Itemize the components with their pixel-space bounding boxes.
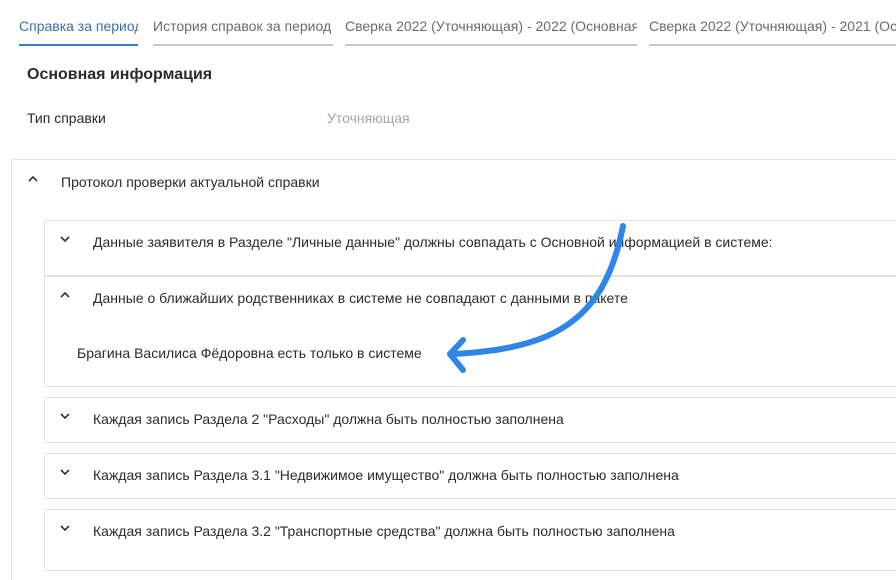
check-item-title: Данные о ближайших родственниках в систе… <box>93 290 628 306</box>
tab-reconciliation-2022-2021[interactable]: Сверка 2022 (Уточняющая) - 2021 (Основна… <box>649 12 896 46</box>
chevron-up-icon <box>59 289 71 301</box>
check-item: Каждая запись Раздела 3.1 "Недвижимое им… <box>44 453 896 499</box>
tab-bar: Справка за период История справок за пер… <box>0 0 896 50</box>
check-item-header[interactable]: Каждая запись Раздела 3.2 "Транспортные … <box>45 510 896 556</box>
check-item-header[interactable]: Каждая запись Раздела 3.1 "Недвижимое им… <box>45 454 896 500</box>
certificate-type-value: Уточняющая <box>327 110 410 126</box>
check-item-title: Данные заявителя в Разделе "Личные данны… <box>93 234 773 250</box>
tab-reconciliation-2022-2022[interactable]: Сверка 2022 (Уточняющая) - 2022 (Основна… <box>345 12 637 46</box>
chevron-down-icon <box>59 233 71 245</box>
check-item-header[interactable]: Каждая запись Раздела 2 "Расходы" должна… <box>45 398 896 444</box>
check-item: Каждая запись Раздела 3.2 "Транспортные … <box>44 509 896 571</box>
chevron-down-icon <box>59 466 71 478</box>
certificate-type-label: Тип справки <box>27 110 106 126</box>
main-info-heading: Основная информация <box>27 66 213 83</box>
check-item: Данные заявителя в Разделе "Личные данны… <box>44 220 896 276</box>
chevron-down-icon <box>59 410 71 422</box>
check-item-title: Каждая запись Раздела 3.1 "Недвижимое им… <box>93 467 679 483</box>
tab-certificate-history[interactable]: История справок за период <box>153 12 333 46</box>
check-item-header[interactable]: Данные заявителя в Разделе "Личные данны… <box>45 221 896 267</box>
check-item-title: Каждая запись Раздела 2 "Расходы" должна… <box>93 411 564 427</box>
tab-period-certificate[interactable]: Справка за период <box>19 12 138 46</box>
check-item-expanded: Данные о ближайших родственниках в систе… <box>44 276 896 387</box>
check-item-detail: Брагина Василиса Фёдоровна есть только в… <box>77 345 422 361</box>
chevron-down-icon <box>59 522 71 534</box>
chevron-up-icon <box>27 173 39 185</box>
protocol-header[interactable]: Протокол проверки актуальной справки <box>12 160 896 208</box>
check-item-title: Каждая запись Раздела 3.2 "Транспортные … <box>93 523 675 539</box>
protocol-title: Протокол проверки актуальной справки <box>61 174 320 190</box>
check-item-header[interactable]: Данные о ближайших родственниках в систе… <box>45 277 896 323</box>
check-item: Каждая запись Раздела 2 "Расходы" должна… <box>44 397 896 443</box>
